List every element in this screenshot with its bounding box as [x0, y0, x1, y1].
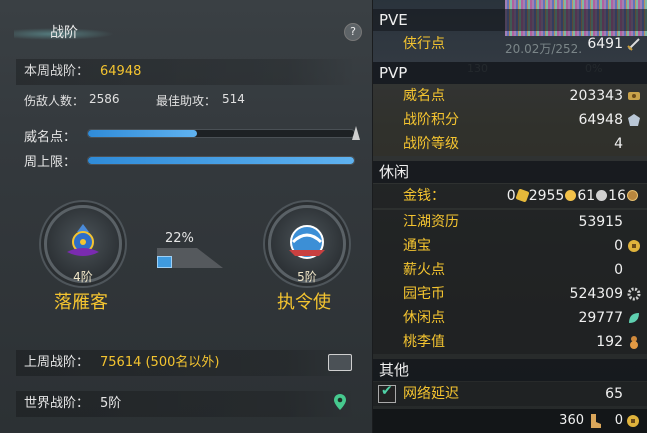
money-label: 金钱： [403, 188, 445, 204]
latency-checkbox[interactable]: ✔ [378, 383, 396, 403]
status-footer: 360 0 [373, 409, 647, 433]
fame-progress-bar [87, 129, 355, 138]
current-rank-name: 落雁客 [54, 292, 108, 313]
jianghu-row: 江湖资历 53915 [373, 210, 647, 234]
footer-value-2: 0 [614, 413, 623, 428]
latency-value: 65 [605, 386, 623, 402]
gourd-icon [630, 336, 638, 349]
pve-header: PVE [373, 9, 647, 31]
pvp-header: PVP [373, 62, 647, 84]
rank-points-value: 64948 [578, 112, 623, 128]
rank-progress-fill [157, 256, 172, 268]
panel-header: 战阶 ? [0, 0, 372, 50]
xinhuo-value: 0 [614, 262, 623, 278]
panel-title: 战阶 [50, 25, 78, 41]
garden-coin-row: 园宅币 524309 [373, 282, 647, 306]
next-rank-level: 5阶 [297, 270, 317, 284]
boot-icon [591, 414, 601, 428]
latency-row[interactable]: 网络延迟 65 [373, 382, 647, 406]
wing-badge-icon [628, 114, 640, 126]
rank-level-value: 4 [614, 136, 623, 152]
garden-coin-label: 园宅币 [403, 286, 445, 302]
fame-cap-marker [352, 126, 360, 140]
gold-icon [565, 190, 577, 201]
assists-value: 514 [222, 92, 245, 106]
fame-row: 威名点 203343 [373, 84, 647, 108]
money-zhuan: 0 [506, 188, 516, 204]
leaf-icon [629, 313, 639, 323]
xinhuo-row: 薪火点 0 [373, 258, 647, 282]
zhuan-icon [515, 188, 530, 203]
current-rank-level: 4阶 [73, 270, 93, 284]
footer-value-1: 360 [559, 413, 584, 428]
fame-row-value: 203343 [569, 88, 623, 104]
battle-rank-panel: 战阶 ? 本周战阶： 64948 伤敌人数： 2586 最佳助攻： 514 威名… [0, 0, 373, 433]
kills-label: 伤敌人数： [24, 94, 85, 108]
rank-progress-percent: 22% [165, 231, 194, 246]
garden-coin-value: 524309 [569, 286, 623, 302]
rank-points-label: 战阶积分 [403, 112, 459, 128]
money-yin: 61 [577, 188, 596, 204]
rank-points-row: 战阶积分 64948 [373, 108, 647, 132]
weekly-cap-bar [87, 156, 355, 165]
currency-panel: 20.02万/252. 130 0% PVE 侠行点 6491 PVP 威名点 … [373, 0, 647, 433]
leisure-points-label: 休闲点 [403, 310, 445, 326]
taoli-value: 192 [596, 334, 623, 350]
latency-label: 网络延迟 [403, 386, 459, 402]
tongbao-value: 0 [614, 238, 623, 254]
rank-level-row: 战阶等级 4 [373, 132, 647, 156]
world-label: 世界战阶： [24, 396, 90, 411]
coin-icon [628, 240, 640, 252]
pve-value: 6491 [587, 36, 623, 52]
coin-icon [627, 415, 639, 427]
leisure-points-value: 29777 [578, 310, 623, 326]
leisure-header: 休闲 [373, 161, 647, 183]
pve-label: 侠行点 [403, 36, 445, 52]
world-rank: 世界战阶： 5阶 [16, 391, 356, 417]
silver-icon [596, 190, 608, 201]
rank-level-label: 战阶等级 [403, 136, 459, 152]
xinhuo-label: 薪火点 [403, 262, 445, 278]
cap-label: 周上限： [24, 155, 77, 170]
token-icon [628, 92, 640, 100]
next-rank-medal[interactable]: 5阶 [268, 205, 346, 284]
world-value: 5阶 [100, 396, 122, 411]
other-header: 其他 [373, 359, 647, 381]
fame-progress-fill [88, 130, 198, 137]
fame-row-label: 威名点 [403, 88, 445, 104]
help-icon[interactable]: ? [344, 23, 362, 41]
gear-coin-icon [627, 287, 641, 301]
last-week-value: 75614 (500名以外) [100, 355, 220, 370]
fame-label: 威名点： [24, 130, 77, 145]
tongbao-row: 通宝 0 [373, 234, 647, 258]
chest-icon[interactable] [328, 354, 352, 371]
money-values: 0 2955 61 16 [507, 184, 639, 208]
last-week-label: 上周战阶： [24, 355, 90, 370]
weekly-cap-fill [88, 157, 354, 164]
money-jin: 2955 [528, 188, 565, 204]
current-rank-medal[interactable]: 4阶 [44, 205, 122, 284]
tongbao-label: 通宝 [403, 238, 431, 254]
money-row: 金钱： 0 2955 61 16 [373, 184, 647, 208]
taoli-row: 桃李值 192 [373, 330, 647, 354]
sword-icon [627, 38, 640, 51]
money-tong: 16 [608, 188, 626, 204]
this-week-value: 64948 [100, 64, 142, 79]
last-week-rank: 上周战阶： 75614 (500名以外) [16, 350, 356, 376]
copper-icon [627, 190, 638, 201]
jianghu-value: 53915 [578, 214, 623, 230]
check-icon: ✔ [381, 383, 393, 399]
this-week-rank: 本周战阶： 64948 [16, 59, 356, 85]
this-week-label: 本周战阶： [24, 64, 90, 79]
assists-label: 最佳助攻： [156, 94, 217, 108]
pve-row: 侠行点 6491 [373, 32, 647, 56]
next-rank-name: 执令使 [277, 292, 331, 313]
kills-value: 2586 [89, 92, 120, 106]
taoli-label: 桃李值 [403, 334, 445, 350]
jianghu-label: 江湖资历 [403, 214, 459, 230]
location-pin-icon[interactable] [334, 394, 346, 410]
leisure-points-row: 休闲点 29777 [373, 306, 647, 330]
